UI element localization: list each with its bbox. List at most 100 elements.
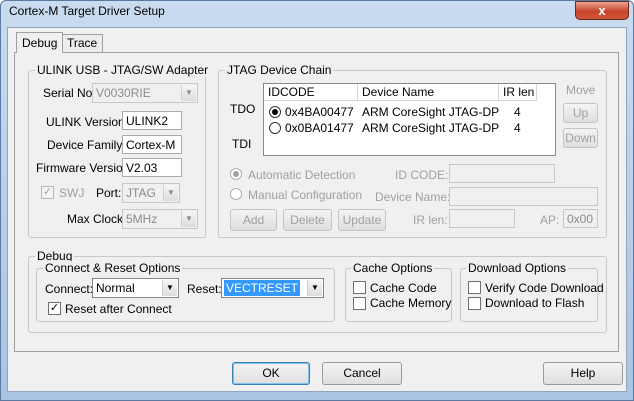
cancel-label: Cancel bbox=[343, 366, 381, 380]
reset-select[interactable]: VECTRESET ▼ bbox=[221, 278, 324, 298]
delete-button[interactable]: Delete bbox=[283, 209, 332, 231]
download-to-flash-checkbox[interactable] bbox=[468, 297, 481, 310]
download-options-group-title: Download Options bbox=[466, 261, 569, 275]
close-icon: x bbox=[598, 3, 606, 18]
tab-debug[interactable]: Debug bbox=[16, 32, 64, 53]
reset-after-connect-label: Reset after Connect bbox=[65, 302, 172, 316]
device-family-field: Cortex-M bbox=[122, 135, 182, 154]
move-up-label: Up bbox=[572, 106, 589, 120]
chevron-down-icon: ▼ bbox=[307, 280, 322, 296]
table-cell-device-name: ARM CoreSight JTAG-DP bbox=[362, 105, 500, 119]
connect-label: Connect: bbox=[45, 282, 94, 296]
cache-code-checkbox[interactable] bbox=[353, 281, 366, 294]
device-row-radio[interactable] bbox=[269, 122, 281, 134]
ulink-version-label: ULINK Version: bbox=[46, 115, 129, 129]
column-header-idcode[interactable]: IDCODE bbox=[264, 84, 358, 101]
table-cell-idcode: 0x4BA00477 bbox=[285, 105, 354, 119]
reset-label: Reset: bbox=[187, 282, 222, 296]
tab-trace[interactable]: Trace bbox=[61, 34, 104, 52]
help-button[interactable]: Help bbox=[543, 362, 623, 385]
ir-len-field[interactable] bbox=[449, 209, 515, 228]
close-button[interactable]: x bbox=[575, 1, 629, 20]
move-label: Move bbox=[566, 83, 596, 97]
column-ir-len-label: IR len bbox=[503, 85, 535, 99]
ap-field[interactable]: 0x00 bbox=[563, 209, 598, 228]
add-button[interactable]: Add bbox=[230, 209, 277, 231]
max-clock-label: Max Clock: bbox=[67, 212, 127, 226]
table-cell-ir-len: 4 bbox=[514, 121, 521, 135]
device-name-label: Device Name: bbox=[375, 190, 451, 204]
delete-label: Delete bbox=[290, 213, 325, 227]
help-label: Help bbox=[570, 366, 596, 380]
ok-button[interactable]: OK bbox=[232, 362, 310, 385]
table-cell-idcode: 0x0BA01477 bbox=[285, 121, 354, 135]
port-label: Port: bbox=[96, 186, 122, 200]
firmware-field: V2.03 bbox=[122, 158, 182, 177]
table-cell-device-name: ARM CoreSight JTAG-DP bbox=[362, 121, 500, 135]
idcode-label: ID CODE: bbox=[395, 168, 449, 182]
serial-label: Serial No: bbox=[43, 86, 96, 100]
cancel-button[interactable]: Cancel bbox=[322, 362, 402, 385]
verify-code-download-checkbox[interactable] bbox=[468, 281, 481, 294]
table-cell-ir-len: 4 bbox=[514, 105, 521, 119]
move-down-label: Down bbox=[565, 131, 596, 145]
verify-code-download-label: Verify Code Download bbox=[485, 281, 604, 295]
ir-len-label: IR len: bbox=[413, 213, 448, 227]
cache-options-group-title: Cache Options bbox=[351, 261, 435, 275]
swj-label: SWJ bbox=[59, 186, 85, 200]
tab-trace-label: Trace bbox=[67, 36, 98, 50]
radio-selected-dot bbox=[233, 171, 239, 177]
tdi-label: TDI bbox=[232, 137, 252, 151]
manual-configuration-radio[interactable] bbox=[230, 188, 242, 200]
manual-configuration-label: Manual Configuration bbox=[248, 188, 363, 202]
cache-memory-label: Cache Memory bbox=[370, 296, 452, 310]
move-up-button[interactable]: Up bbox=[563, 103, 598, 123]
serial-select[interactable]: V0030RIE ▼ bbox=[92, 83, 198, 103]
port-value: JTAG bbox=[126, 186, 156, 200]
idcode-field[interactable] bbox=[449, 164, 555, 183]
connect-value: Normal bbox=[96, 281, 135, 295]
reset-after-connect-checkbox[interactable]: ✓ bbox=[48, 302, 61, 315]
automatic-detection-radio[interactable] bbox=[230, 168, 242, 180]
max-clock-select[interactable]: 5MHz ▼ bbox=[122, 209, 198, 229]
device-chain-list[interactable]: IDCODE Device Name IR len 0x4BA00477 ARM… bbox=[263, 83, 556, 156]
automatic-detection-label: Automatic Detection bbox=[248, 168, 356, 182]
radio-selected-dot bbox=[272, 109, 278, 115]
device-name-field[interactable] bbox=[449, 187, 598, 206]
reset-value: VECTRESET bbox=[224, 280, 301, 296]
chevron-down-icon: ▼ bbox=[181, 85, 196, 101]
tdo-label: TDO bbox=[230, 102, 256, 116]
column-header-device-name[interactable]: Device Name bbox=[358, 84, 499, 101]
ulink-version-field: ULINK2 bbox=[122, 111, 182, 130]
column-device-name-label: Device Name bbox=[362, 85, 435, 99]
device-row-radio[interactable] bbox=[269, 106, 281, 118]
jtag-group-title: JTAG Device Chain bbox=[225, 63, 334, 77]
swj-checkbox[interactable]: ✓ bbox=[41, 186, 54, 199]
cache-options-group bbox=[345, 268, 452, 322]
download-to-flash-label: Download to Flash bbox=[485, 296, 585, 310]
add-label: Add bbox=[242, 213, 265, 227]
download-options-group bbox=[460, 268, 598, 322]
ap-label: AP: bbox=[540, 213, 560, 227]
chevron-down-icon: ▼ bbox=[163, 185, 178, 201]
port-select[interactable]: JTAG ▼ bbox=[122, 183, 180, 203]
device-family-label: Device Family: bbox=[47, 138, 126, 152]
tab-debug-label: Debug bbox=[22, 36, 58, 50]
column-idcode-label: IDCODE bbox=[268, 85, 315, 99]
window-title: Cortex-M Target Driver Setup bbox=[9, 4, 165, 18]
chevron-down-icon: ▼ bbox=[162, 280, 177, 296]
update-button[interactable]: Update bbox=[338, 209, 386, 231]
chevron-down-icon: ▼ bbox=[181, 211, 196, 227]
connect-select[interactable]: Normal ▼ bbox=[92, 278, 179, 298]
max-clock-value: 5MHz bbox=[126, 212, 158, 226]
ok-label: OK bbox=[262, 366, 280, 380]
cache-code-label: Cache Code bbox=[370, 281, 437, 295]
adapter-group-title: ULINK USB - JTAG/SW Adapter bbox=[35, 63, 211, 77]
cache-memory-checkbox[interactable] bbox=[353, 297, 366, 310]
connect-reset-group-title: Connect & Reset Options bbox=[43, 261, 183, 275]
column-header-ir-len[interactable]: IR len bbox=[499, 84, 537, 101]
move-down-button[interactable]: Down bbox=[563, 128, 598, 148]
update-label: Update bbox=[342, 213, 382, 227]
serial-value: V0030RIE bbox=[96, 86, 151, 100]
firmware-label: Firmware Version: bbox=[36, 161, 133, 175]
